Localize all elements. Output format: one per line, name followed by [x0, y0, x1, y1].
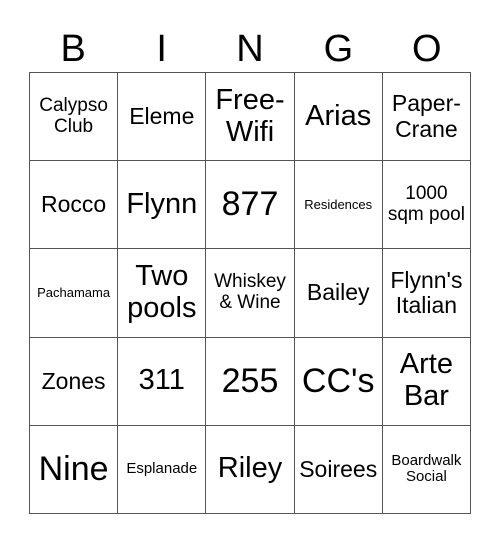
- bingo-cell[interactable]: Whiskey & Wine: [206, 249, 295, 338]
- bingo-card-grid: Calypso Club Eleme Free-Wifi Arias Paper…: [29, 72, 471, 514]
- bingo-cell[interactable]: Boardwalk Social: [382, 425, 471, 514]
- header-letter-o: O: [412, 28, 442, 70]
- bingo-cell[interactable]: Free-Wifi: [206, 73, 295, 162]
- bingo-header: B I N G O: [29, 26, 471, 72]
- header-letter-i: I: [156, 28, 167, 70]
- bingo-cell[interactable]: Two pools: [118, 249, 207, 338]
- header-letter-g: G: [323, 28, 354, 70]
- bingo-cell[interactable]: Flynn: [118, 161, 207, 250]
- bingo-cell[interactable]: Arte Bar: [382, 337, 471, 426]
- bingo-cell[interactable]: Nine: [30, 425, 119, 514]
- bingo-cell[interactable]: Rocco: [30, 161, 119, 250]
- bingo-cell[interactable]: Bailey: [294, 249, 383, 338]
- bingo-cell[interactable]: Arias: [294, 73, 383, 162]
- bingo-cell[interactable]: Soirees: [294, 425, 383, 514]
- bingo-cell[interactable]: Pachamama: [30, 249, 119, 338]
- bingo-cell[interactable]: 877: [206, 161, 295, 250]
- bingo-cell[interactable]: Esplanade: [118, 425, 207, 514]
- bingo-cell[interactable]: Eleme: [118, 73, 207, 162]
- bingo-cell[interactable]: 311: [118, 337, 207, 426]
- bingo-cell[interactable]: Calypso Club: [30, 73, 119, 162]
- bingo-cell[interactable]: Zones: [30, 337, 119, 426]
- bingo-cell[interactable]: Residences: [294, 161, 383, 250]
- bingo-cell[interactable]: 1000 sqm pool: [382, 161, 471, 250]
- bingo-cell[interactable]: Paper-Crane: [382, 73, 471, 162]
- bingo-cell[interactable]: Riley: [206, 425, 295, 514]
- bingo-cell[interactable]: 255: [206, 337, 295, 426]
- bingo-cell[interactable]: CC's: [294, 337, 383, 426]
- header-letter-b: B: [60, 28, 86, 70]
- bingo-cell[interactable]: Flynn's Italian: [382, 249, 471, 338]
- header-letter-n: N: [236, 28, 264, 70]
